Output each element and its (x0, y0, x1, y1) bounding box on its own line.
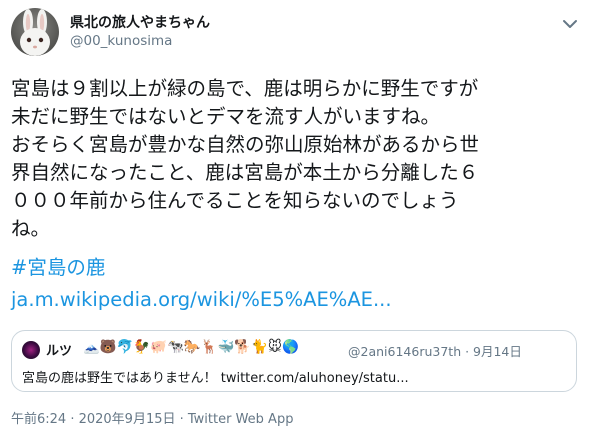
quoted-tweet-text: 宮島の鹿は野生ではありません！ twitter.com/aluhoney/sta… (22, 371, 409, 386)
quoted-author-handle-date[interactable]: @2ani6146ru37th · 9月14日 (348, 341, 522, 360)
tweet-text-line: おそらく宮島が豊かな自然の弥山原始林があるから世 (11, 133, 480, 156)
tweet-text: 宮島は９割以上が緑の島で、鹿は明らかに野生ですが 未だに野生ではないとデマを流す… (11, 75, 581, 243)
hashtag-link[interactable]: #宮島の鹿 (11, 254, 105, 282)
tweet-text-line: 宮島は９割以上が緑の島で、鹿は明らかに野生ですが (11, 77, 479, 100)
quoted-author-emoji-badges: 🗻🐻🐬🐓🐖🐄🐎🦌🐳🐕🐈🐭🌎 (83, 339, 299, 355)
chevron-down-icon (563, 20, 577, 28)
author-avatar[interactable] (11, 8, 59, 56)
tweet-text-line: 界自然になったこと、鹿は宮島が本土から分離した６ (11, 161, 479, 184)
quoted-author-name[interactable]: ルツ (46, 340, 72, 359)
quoted-author-avatar[interactable] (22, 341, 40, 359)
tweet-card: 県北の旅人やまちゃん @00_kunosima 宮島は９割以上が緑の島で、鹿は明… (0, 0, 591, 435)
tweet-text-line: 未だに野生ではないとデマを流す人がいますね。 (11, 105, 441, 128)
quoted-tweet-card[interactable]: ルツ 🗻🐻🐬🐓🐖🐄🐎🦌🐳🐕🐈🐭🌎 @2ani6146ru37th · 9月14日… (11, 330, 577, 392)
wikipedia-link[interactable]: ja.m.wikipedia.org/wiki/%E5%AE%AE... (11, 286, 392, 314)
author-handle[interactable]: @00_kunosima (70, 33, 172, 49)
more-options-button[interactable] (558, 14, 582, 34)
tweet-text-line: ね。 (11, 217, 51, 240)
white-rabbit-avatar-icon (20, 9, 50, 56)
author-display-name[interactable]: 県北の旅人やまちゃん (70, 12, 210, 32)
tweet-timestamp-source[interactable]: 午前6:24 · 2020年9月15日 · Twitter Web App (11, 408, 293, 427)
tweet-text-line: ０００年前から住んでることを知らないのでしょう (11, 189, 459, 212)
